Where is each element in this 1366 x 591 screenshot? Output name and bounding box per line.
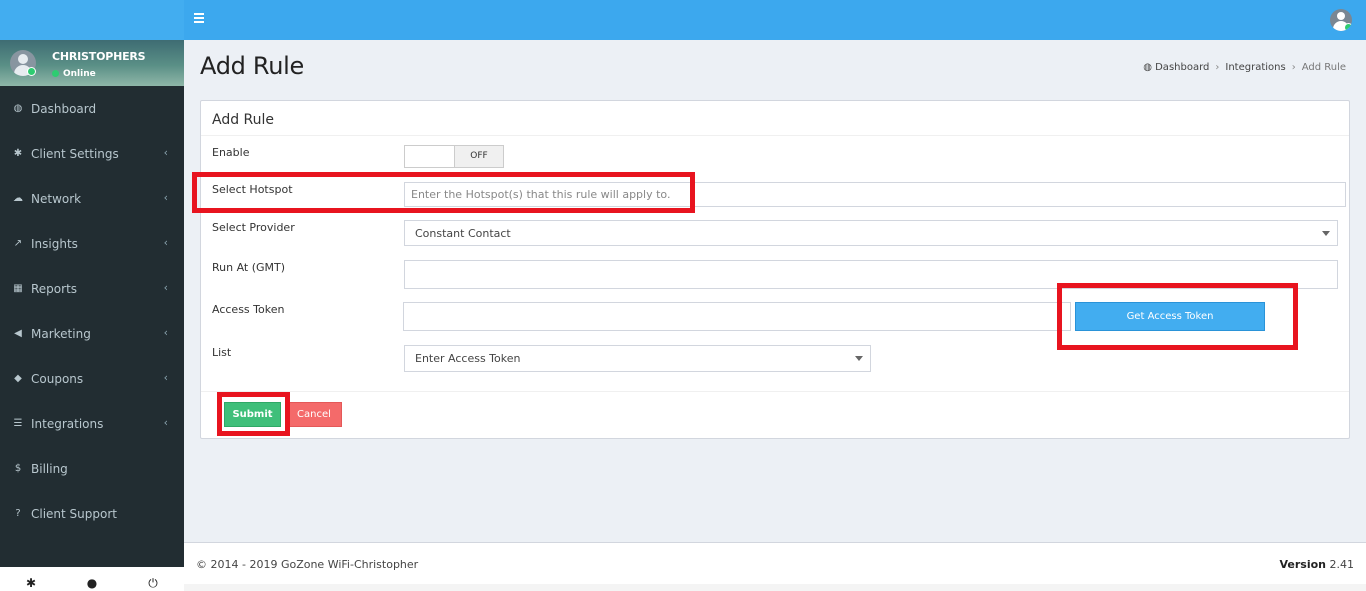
run-at-label: Run At (GMT): [212, 261, 286, 274]
bottom-strip: [184, 584, 1366, 591]
breadcrumb-integrations[interactable]: Integrations: [1225, 62, 1285, 73]
sidebar-item-label: Coupons: [31, 372, 84, 386]
list-selected-value: Enter Access Token: [415, 352, 521, 365]
sidebar-item-label: Client Settings: [31, 147, 119, 161]
online-dot-icon: [52, 70, 59, 77]
user-name: CHRISTOPHERS: [52, 50, 146, 63]
sidebar-item-label: Network: [31, 192, 82, 206]
provider-select[interactable]: Constant Contact: [404, 220, 1338, 246]
add-rule-form-box: Add Rule Enable OFF Select Hotspot Selec…: [200, 100, 1350, 439]
user-avatar-icon[interactable]: [1330, 9, 1352, 31]
copyright: © 2014 - 2019 GoZone WiFi-Christopher: [196, 558, 419, 571]
sidebar-item-reports[interactable]: ▦ Reports ‹: [0, 266, 184, 311]
sidebar-item-label: Client Support: [31, 507, 117, 521]
sidebar-item-client-support[interactable]: ? Client Support: [0, 491, 184, 536]
access-token-input[interactable]: [403, 302, 1071, 331]
logo-area: [0, 0, 184, 40]
enable-toggle[interactable]: OFF: [404, 145, 504, 168]
version: Version 2.41: [1279, 558, 1354, 571]
chevron-left-icon: ‹: [163, 371, 168, 384]
select-hotspot-label: Select Hotspot: [212, 183, 293, 196]
sidebar-item-insights[interactable]: ↗ Insights ‹: [0, 221, 184, 266]
enable-label: Enable: [212, 146, 250, 159]
divider: [201, 391, 1349, 392]
sidebar-item-network[interactable]: ☁ Network ‹: [0, 176, 184, 221]
sidebar-item-label: Reports: [31, 282, 78, 296]
get-access-token-button[interactable]: Get Access Token: [1075, 302, 1265, 331]
run-at-input[interactable]: [404, 260, 1338, 289]
sidebar-item-marketing[interactable]: ◀ Marketing ‹: [0, 311, 184, 356]
sidebar-item-integrations[interactable]: ☰ Integrations ‹: [0, 401, 184, 446]
page-title: Add Rule: [200, 52, 304, 80]
sidebar-item-coupons[interactable]: ◆ Coupons ‹: [0, 356, 184, 401]
tag-icon: ◆: [14, 373, 22, 384]
breadcrumb-current: Add Rule: [1301, 62, 1346, 73]
hotspot-input[interactable]: [404, 182, 1346, 207]
breadcrumb-dashboard[interactable]: Dashboard: [1155, 62, 1209, 73]
version-label: Version: [1279, 558, 1326, 571]
box-title: Add Rule: [212, 112, 275, 128]
user-status: Online: [52, 69, 96, 79]
chevron-left-icon: ‹: [163, 416, 168, 429]
online-check-icon: [27, 67, 36, 76]
select-provider-label: Select Provider: [212, 221, 295, 234]
dashboard-icon: ◍: [1143, 62, 1152, 73]
dollar-icon: $: [14, 463, 22, 474]
question-circle-icon: ?: [15, 508, 21, 519]
sidebar-item-billing[interactable]: $ Billing: [0, 446, 184, 491]
caret-down-icon: [1322, 231, 1330, 236]
cancel-button[interactable]: Cancel: [286, 402, 342, 427]
chevron-left-icon: ‹: [163, 146, 168, 159]
breadcrumb: ◍ Dashboard › Integrations › Add Rule: [1143, 62, 1346, 73]
top-navbar: [0, 0, 1366, 40]
user-status-text: Online: [63, 69, 96, 79]
divider: [201, 135, 1349, 136]
caret-down-icon: [855, 356, 863, 361]
server-icon: ☰: [13, 418, 23, 429]
version-value: 2.41: [1329, 558, 1355, 571]
sidebar-item-label: Billing: [31, 462, 68, 476]
user-panel: CHRISTOPHERS Online: [0, 40, 184, 86]
sidebar-footer: ✱ ● ⏻: [0, 567, 184, 591]
bullhorn-icon: ◀: [14, 328, 22, 339]
cloud-icon: ☁: [13, 193, 23, 204]
breadcrumb-separator: ›: [1215, 62, 1220, 73]
power-icon[interactable]: ⏻: [146, 576, 160, 590]
sidebar-menu: ◍ Dashboard ✱ Client Settings ‹ ☁ Networ…: [0, 86, 184, 536]
submit-button[interactable]: Submit: [224, 402, 281, 427]
breadcrumb-separator: ›: [1291, 62, 1296, 73]
sidebar-item-client-settings[interactable]: ✱ Client Settings ‹: [0, 131, 184, 176]
list-label: List: [212, 346, 232, 359]
table-icon: ▦: [13, 283, 23, 294]
provider-selected-value: Constant Contact: [415, 227, 511, 240]
dashboard-icon: ◍: [13, 103, 23, 114]
chevron-left-icon: ‹: [163, 191, 168, 204]
line-chart-icon: ↗: [13, 238, 23, 249]
main-footer: © 2014 - 2019 GoZone WiFi-Christopher Ve…: [184, 542, 1366, 584]
settings-gear-icon[interactable]: ✱: [24, 576, 38, 590]
sidebar-item-label: Insights: [31, 237, 78, 251]
sidebar-item-dashboard[interactable]: ◍ Dashboard: [0, 86, 184, 131]
sidebar: CHRISTOPHERS Online ◍ Dashboard ✱ Client…: [0, 40, 184, 591]
menu-toggle-icon[interactable]: [194, 13, 206, 25]
chevron-left-icon: ‹: [163, 236, 168, 249]
chevron-left-icon: ‹: [163, 326, 168, 339]
sidebar-item-label: Dashboard: [31, 102, 97, 116]
toggle-off-label: OFF: [454, 146, 503, 167]
chevron-left-icon: ‹: [163, 281, 168, 294]
profile-icon[interactable]: ●: [85, 576, 99, 590]
gear-icon: ✱: [13, 148, 23, 159]
list-select[interactable]: Enter Access Token: [404, 345, 871, 372]
access-token-label: Access Token: [212, 303, 285, 316]
sidebar-item-label: Integrations: [31, 417, 104, 431]
sidebar-item-label: Marketing: [31, 327, 91, 341]
